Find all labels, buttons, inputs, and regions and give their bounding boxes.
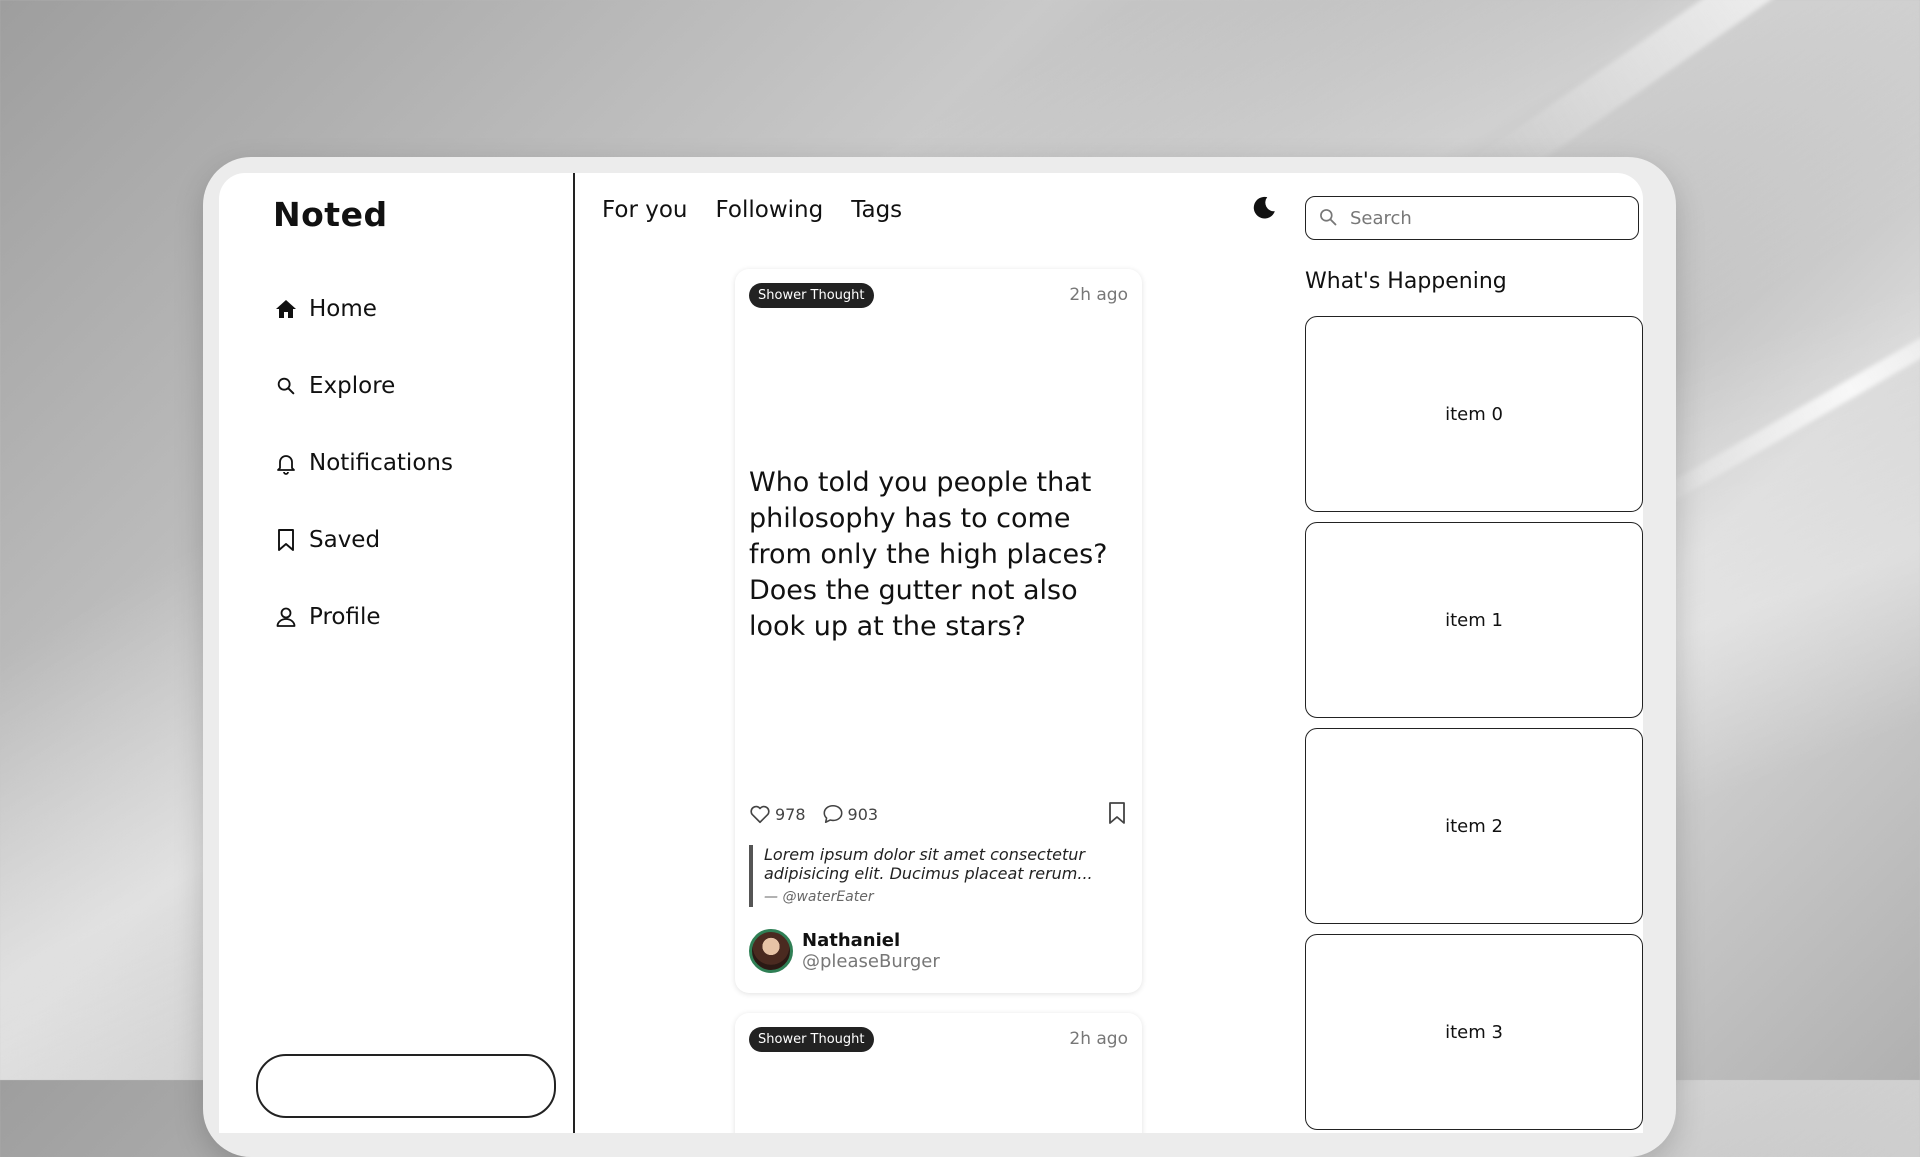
sidebar: Noted Home Explore Notifications Saved P… (219, 173, 575, 1133)
sidebar-item-label: Explore (309, 372, 396, 399)
post-card[interactable]: Shower Thought 2h ago Who told you peopl… (735, 269, 1142, 993)
author-name: Nathaniel (802, 930, 901, 951)
bell-icon (273, 450, 299, 476)
author-handle: @pleaseBurger (802, 951, 940, 972)
trend-item[interactable]: item 0 (1305, 316, 1643, 512)
feed-tabs: For you Following Tags (602, 197, 902, 223)
like-count: 978 (775, 804, 806, 824)
post-card[interactable]: Shower Thought 2h ago (735, 1013, 1142, 1133)
trend-item[interactable]: item 2 (1305, 728, 1643, 924)
comment-icon[interactable] (822, 803, 844, 825)
sidebar-item-home[interactable]: Home (273, 270, 453, 347)
search-input[interactable] (1348, 206, 1622, 230)
sidebar-item-label: Saved (309, 526, 381, 553)
sidebar-item-label: Home (309, 295, 377, 322)
post-tag-badge[interactable]: Shower Thought (749, 1027, 874, 1052)
sidebar-item-label: Notifications (309, 449, 453, 476)
bookmark-icon[interactable] (1106, 801, 1128, 825)
app-window: Noted Home Explore Notifications Saved P… (219, 173, 1643, 1133)
tab-for-you[interactable]: For you (602, 197, 688, 223)
moon-icon[interactable] (1251, 195, 1279, 223)
post-author[interactable]: Nathaniel @pleaseBurger (749, 929, 940, 973)
sidebar-item-label: Profile (309, 603, 381, 630)
sidebar-item-profile[interactable]: Profile (273, 578, 453, 655)
trend-item[interactable]: item 1 (1305, 522, 1643, 718)
post-actions: 978 903 (749, 803, 894, 825)
sidebar-action-button[interactable] (256, 1054, 556, 1118)
whats-happening-list: item 0 item 1 item 2 item 3 (1305, 316, 1643, 1133)
sidebar-item-saved[interactable]: Saved (273, 501, 453, 578)
post-tag-badge[interactable]: Shower Thought (749, 283, 874, 308)
sidebar-item-notifications[interactable]: Notifications (273, 424, 453, 501)
home-icon (273, 296, 299, 322)
quote-author[interactable]: — @waterEater (764, 888, 1124, 907)
comment-count: 903 (847, 804, 879, 824)
post-quote: Lorem ipsum dolor sit amet consectetur a… (749, 845, 1124, 907)
search-icon (273, 373, 299, 399)
tab-tags[interactable]: Tags (851, 197, 902, 223)
post-timestamp: 2h ago (1069, 1029, 1128, 1049)
whats-happening-title: What's Happening (1305, 269, 1507, 294)
post-body: Who told you people that philosophy has … (749, 467, 1108, 642)
sidebar-nav: Home Explore Notifications Saved Profile (273, 270, 453, 655)
heart-icon[interactable] (749, 803, 771, 825)
search-bar (1305, 196, 1639, 240)
post-timestamp: 2h ago (1069, 285, 1128, 305)
search-icon (1318, 207, 1340, 229)
trend-item[interactable]: item 3 (1305, 934, 1643, 1130)
quote-text: Lorem ipsum dolor sit amet consectetur a… (764, 845, 1093, 883)
sidebar-item-explore[interactable]: Explore (273, 347, 453, 424)
bookmark-icon (273, 527, 299, 553)
user-icon (273, 604, 299, 630)
tab-following[interactable]: Following (716, 197, 824, 223)
app-logo: Noted (273, 195, 388, 234)
avatar[interactable] (749, 929, 793, 973)
